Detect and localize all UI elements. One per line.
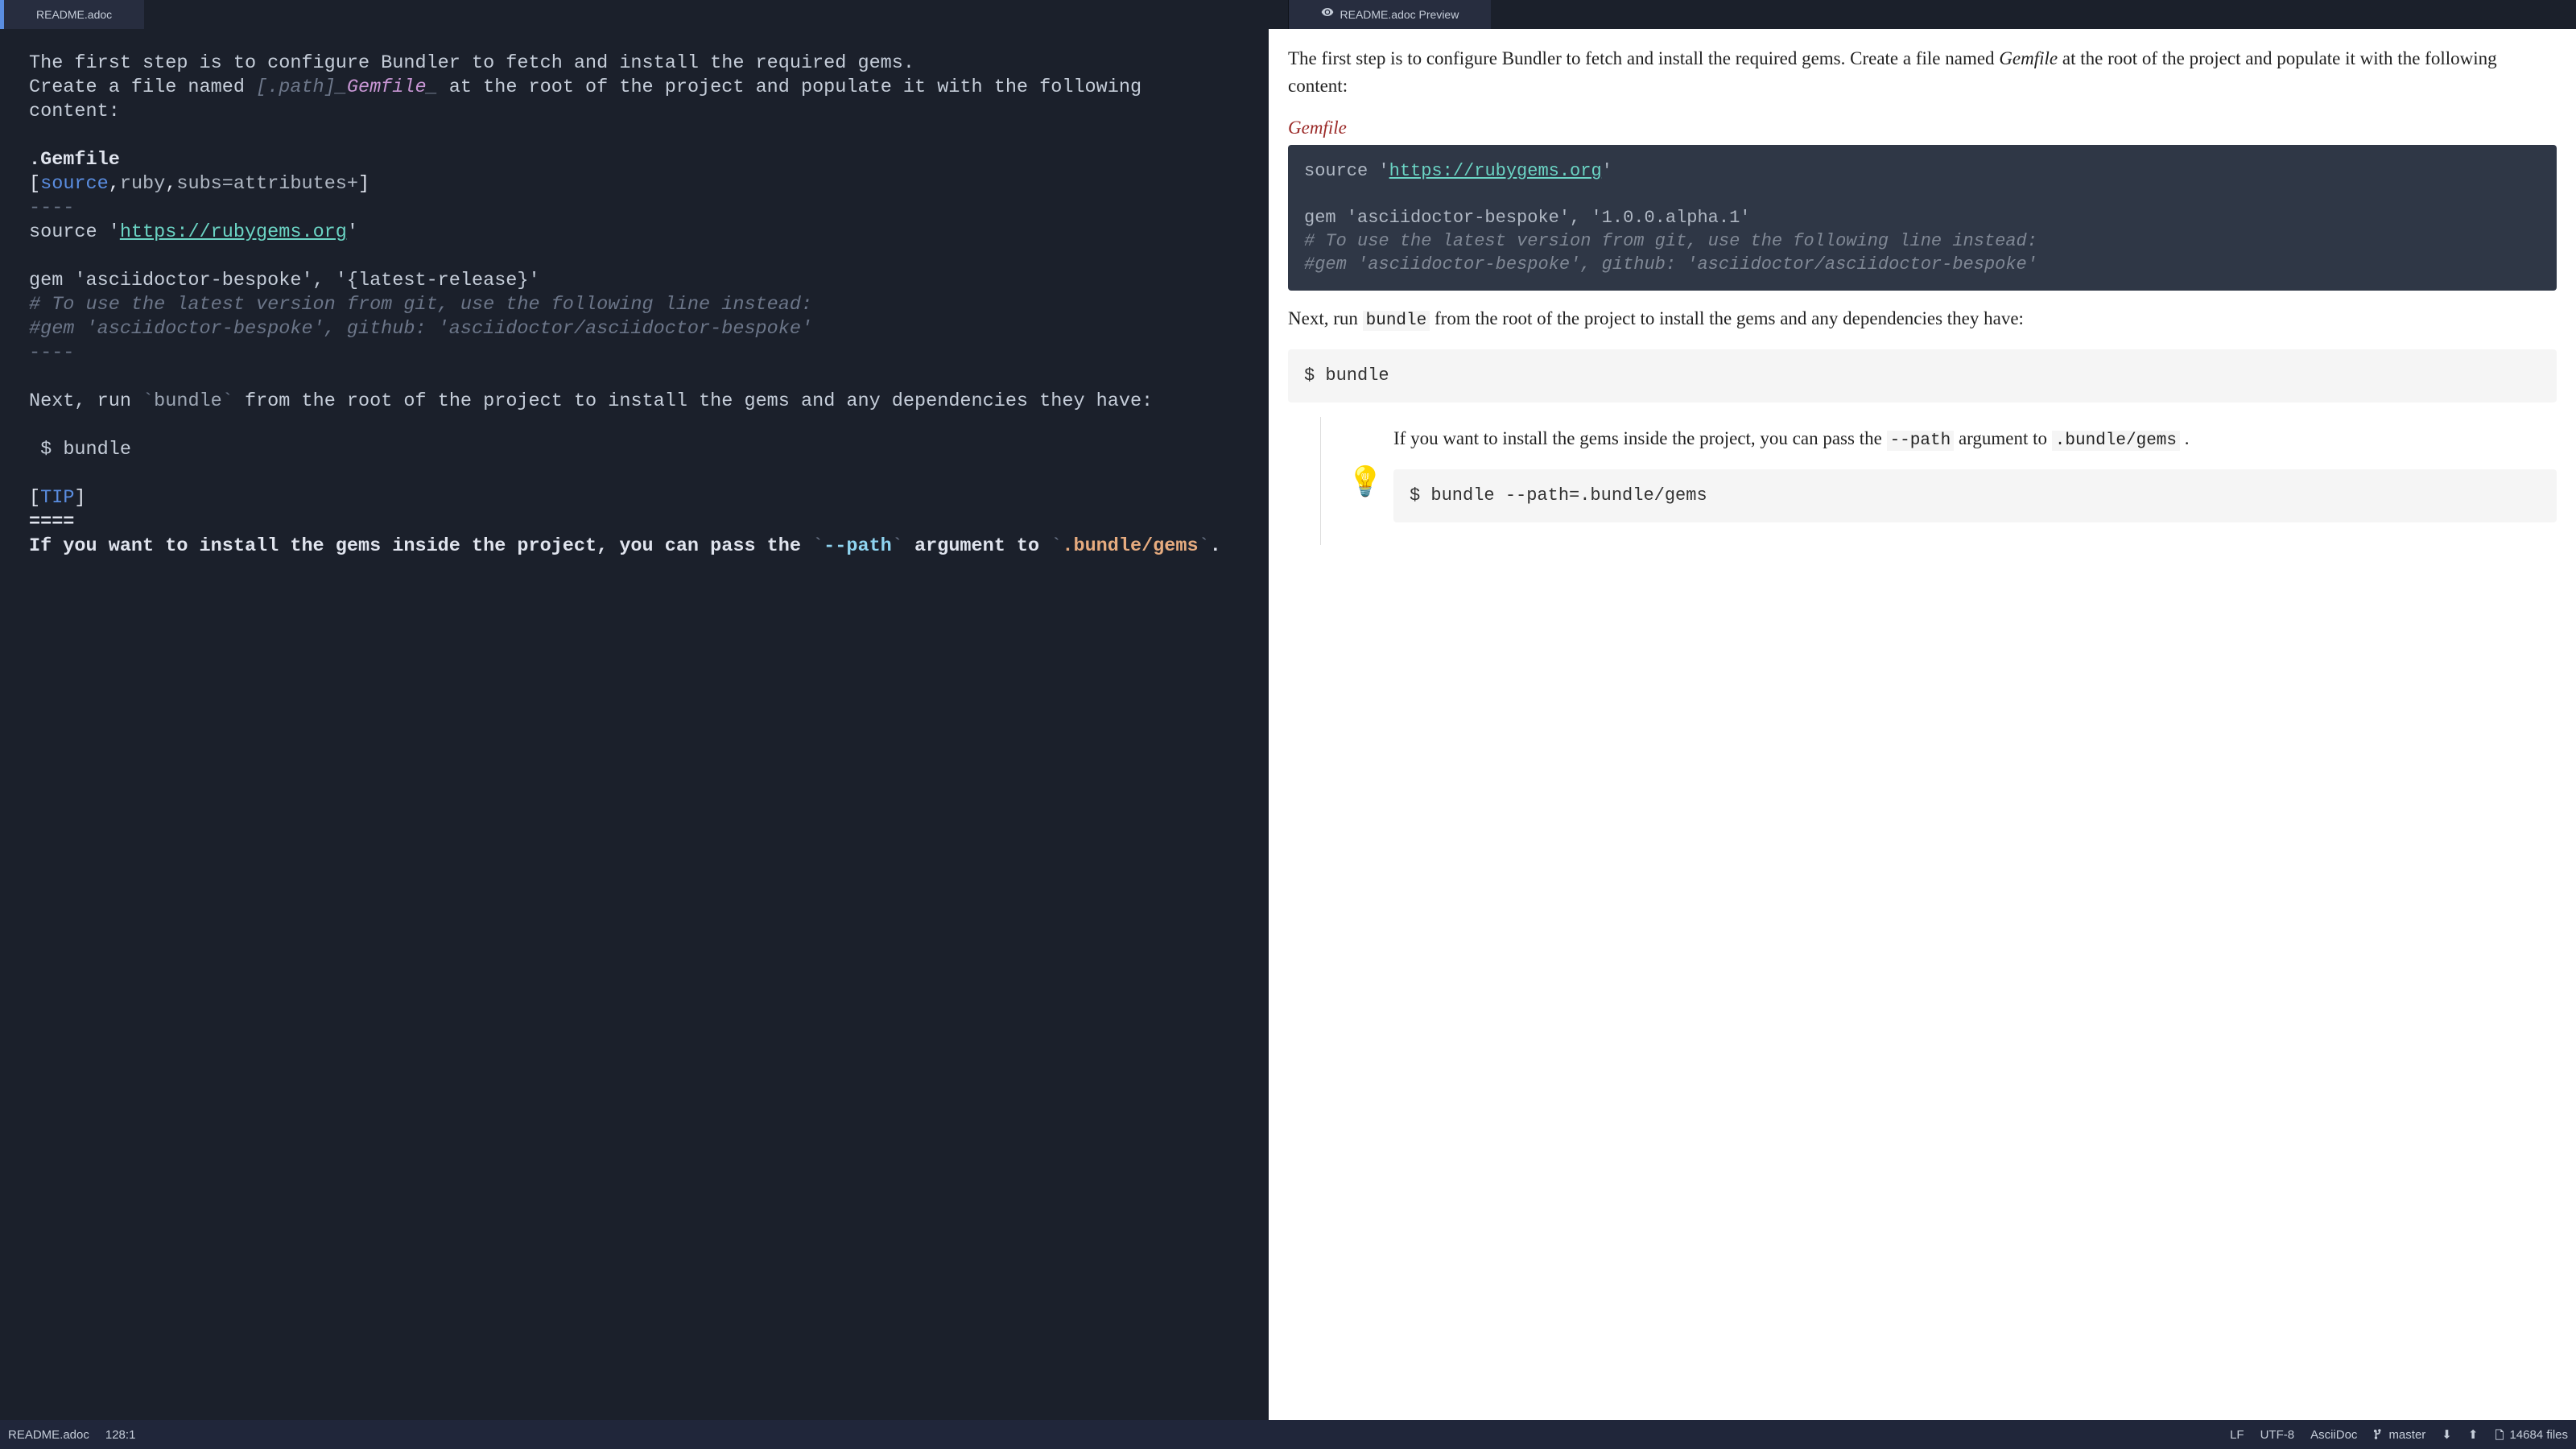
text: . — [2180, 428, 2190, 448]
preview-paragraph: Next, run bundle from the root of the pr… — [1288, 305, 2557, 335]
tip-text: . — [1210, 535, 1221, 557]
listing-dashes: ---- — [29, 342, 74, 364]
file-count: 14684 files — [2509, 1428, 2568, 1442]
text: argument to — [1954, 428, 2052, 448]
source-title: .Gemfile — [29, 149, 120, 171]
kw-ruby: ruby — [120, 173, 165, 195]
inline-code: bundle — [1363, 311, 1430, 331]
tab-readme-source[interactable]: README.adoc — [4, 0, 144, 29]
path-arg: .bundle/gems — [1062, 535, 1198, 557]
git-branch-icon — [2373, 1429, 2384, 1440]
status-files[interactable]: 14684 files — [2494, 1428, 2568, 1442]
backtick: ` — [812, 535, 824, 557]
code-listing: $ bundle — [1288, 349, 2557, 402]
ruby-comment: # To use the latest version from git, us… — [29, 294, 812, 316]
tab-readme-preview[interactable]: README.adoc Preview — [1289, 0, 1492, 29]
backtick: ` — [142, 390, 154, 412]
tip-block: 💡 If you want to install the gems inside… — [1320, 417, 2557, 545]
listing-title: Gemfile — [1288, 114, 2557, 142]
status-filename[interactable]: README.adoc — [8, 1428, 89, 1442]
source-text: The first step is to configure Bundler t… — [29, 52, 914, 74]
bundle-cmd: $ bundle — [29, 439, 131, 460]
gem-line: gem 'asciidoctor-bespoke', '{latest-rele… — [29, 270, 540, 291]
text: The first step is to configure Bundler t… — [1288, 48, 1999, 68]
comma: , — [165, 173, 176, 195]
tab-bar: README.adoc README.adoc Preview — [0, 0, 2576, 29]
main-panes: The first step is to configure Bundler t… — [0, 29, 2576, 1420]
tab-label: README.adoc Preview — [1340, 0, 1459, 29]
path-value: Gemfile — [347, 76, 427, 98]
file-icon — [2494, 1429, 2505, 1440]
backtick: ` — [892, 535, 903, 557]
backtick: ` — [222, 390, 233, 412]
backtick: ` — [1199, 535, 1210, 557]
text: Next, run — [1288, 308, 1363, 328]
comma: , — [109, 173, 120, 195]
status-cursor[interactable]: 128:1 — [105, 1428, 136, 1442]
status-grammar[interactable]: AsciiDoc — [2310, 1428, 2357, 1442]
tab-label: README.adoc — [36, 0, 112, 29]
preview-pane[interactable]: The first step is to configure Bundler t… — [1269, 29, 2576, 1420]
source-text: from the root of the project to install … — [233, 390, 1153, 412]
git-pull-icon[interactable]: ⬇ — [2442, 1427, 2452, 1442]
code: gem 'asciidoctor-bespoke', '1.0.0.alpha.… — [1304, 208, 1751, 228]
bracket: [ — [29, 173, 40, 195]
source-text: Create a file named — [29, 76, 256, 98]
code-listing: $ bundle --path=.bundle/gems — [1393, 469, 2557, 522]
underscore: _ — [336, 76, 347, 98]
text: If you want to install the gems inside t… — [1393, 428, 1887, 448]
inline-code: .bundle/gems — [2052, 431, 2180, 451]
backtick: ` — [1051, 535, 1062, 557]
tip-text: argument to — [903, 535, 1051, 557]
kw-source: source — [40, 173, 109, 195]
code-comment: # To use the latest version from git, us… — [1304, 231, 2037, 251]
code-listing: source 'https://rubygems.org' gem 'ascii… — [1288, 145, 2557, 291]
source-text: Next, run — [29, 390, 142, 412]
tip-paragraph: If you want to install the gems inside t… — [1393, 425, 2557, 455]
path-em: Gemfile — [1999, 48, 2058, 68]
path-attr: [.path] — [256, 76, 336, 98]
kw-subs: subs=attributes+ — [176, 173, 358, 195]
bracket: ] — [358, 173, 369, 195]
code: source ' — [1304, 161, 1389, 181]
text: from the root of the project to install … — [1430, 308, 2024, 328]
code-comment: #gem 'asciidoctor-bespoke', github: 'asc… — [1304, 254, 2037, 275]
status-eol[interactable]: LF — [2230, 1428, 2244, 1442]
rubygems-link[interactable]: https://rubygems.org — [120, 221, 347, 243]
code: ' — [1602, 161, 1612, 181]
ruby-comment: #gem 'asciidoctor-bespoke', github: 'asc… — [29, 318, 812, 340]
status-encoding[interactable]: UTF-8 — [2260, 1428, 2295, 1442]
bracket: ] — [74, 487, 85, 509]
tip-keyword: TIP — [40, 487, 74, 509]
branch-name: master — [2388, 1428, 2425, 1442]
underscore: _ — [427, 76, 438, 98]
rubygems-link[interactable]: https://rubygems.org — [1389, 161, 1602, 181]
inline-code: bundle — [154, 390, 222, 412]
status-branch[interactable]: master — [2373, 1428, 2425, 1442]
listing-dashes: ---- — [29, 197, 74, 219]
tip-text: If you want to install the gems inside t… — [29, 535, 812, 557]
eye-icon — [1321, 0, 1334, 29]
preview-paragraph: The first step is to configure Bundler t… — [1288, 45, 2557, 100]
editor-pane[interactable]: The first step is to configure Bundler t… — [0, 29, 1269, 1420]
ruby-source: source ' — [29, 221, 120, 243]
tip-delim: ==== — [29, 511, 74, 533]
inline-code: --path — [1887, 431, 1955, 451]
git-push-icon[interactable]: ⬆ — [2468, 1427, 2479, 1442]
ruby-source: ' — [347, 221, 358, 243]
bracket: [ — [29, 487, 40, 509]
lightbulb-icon: 💡 — [1348, 468, 1384, 495]
path-flag: --path — [824, 535, 892, 557]
status-bar: README.adoc 128:1 LF UTF-8 AsciiDoc mast… — [0, 1420, 2576, 1449]
